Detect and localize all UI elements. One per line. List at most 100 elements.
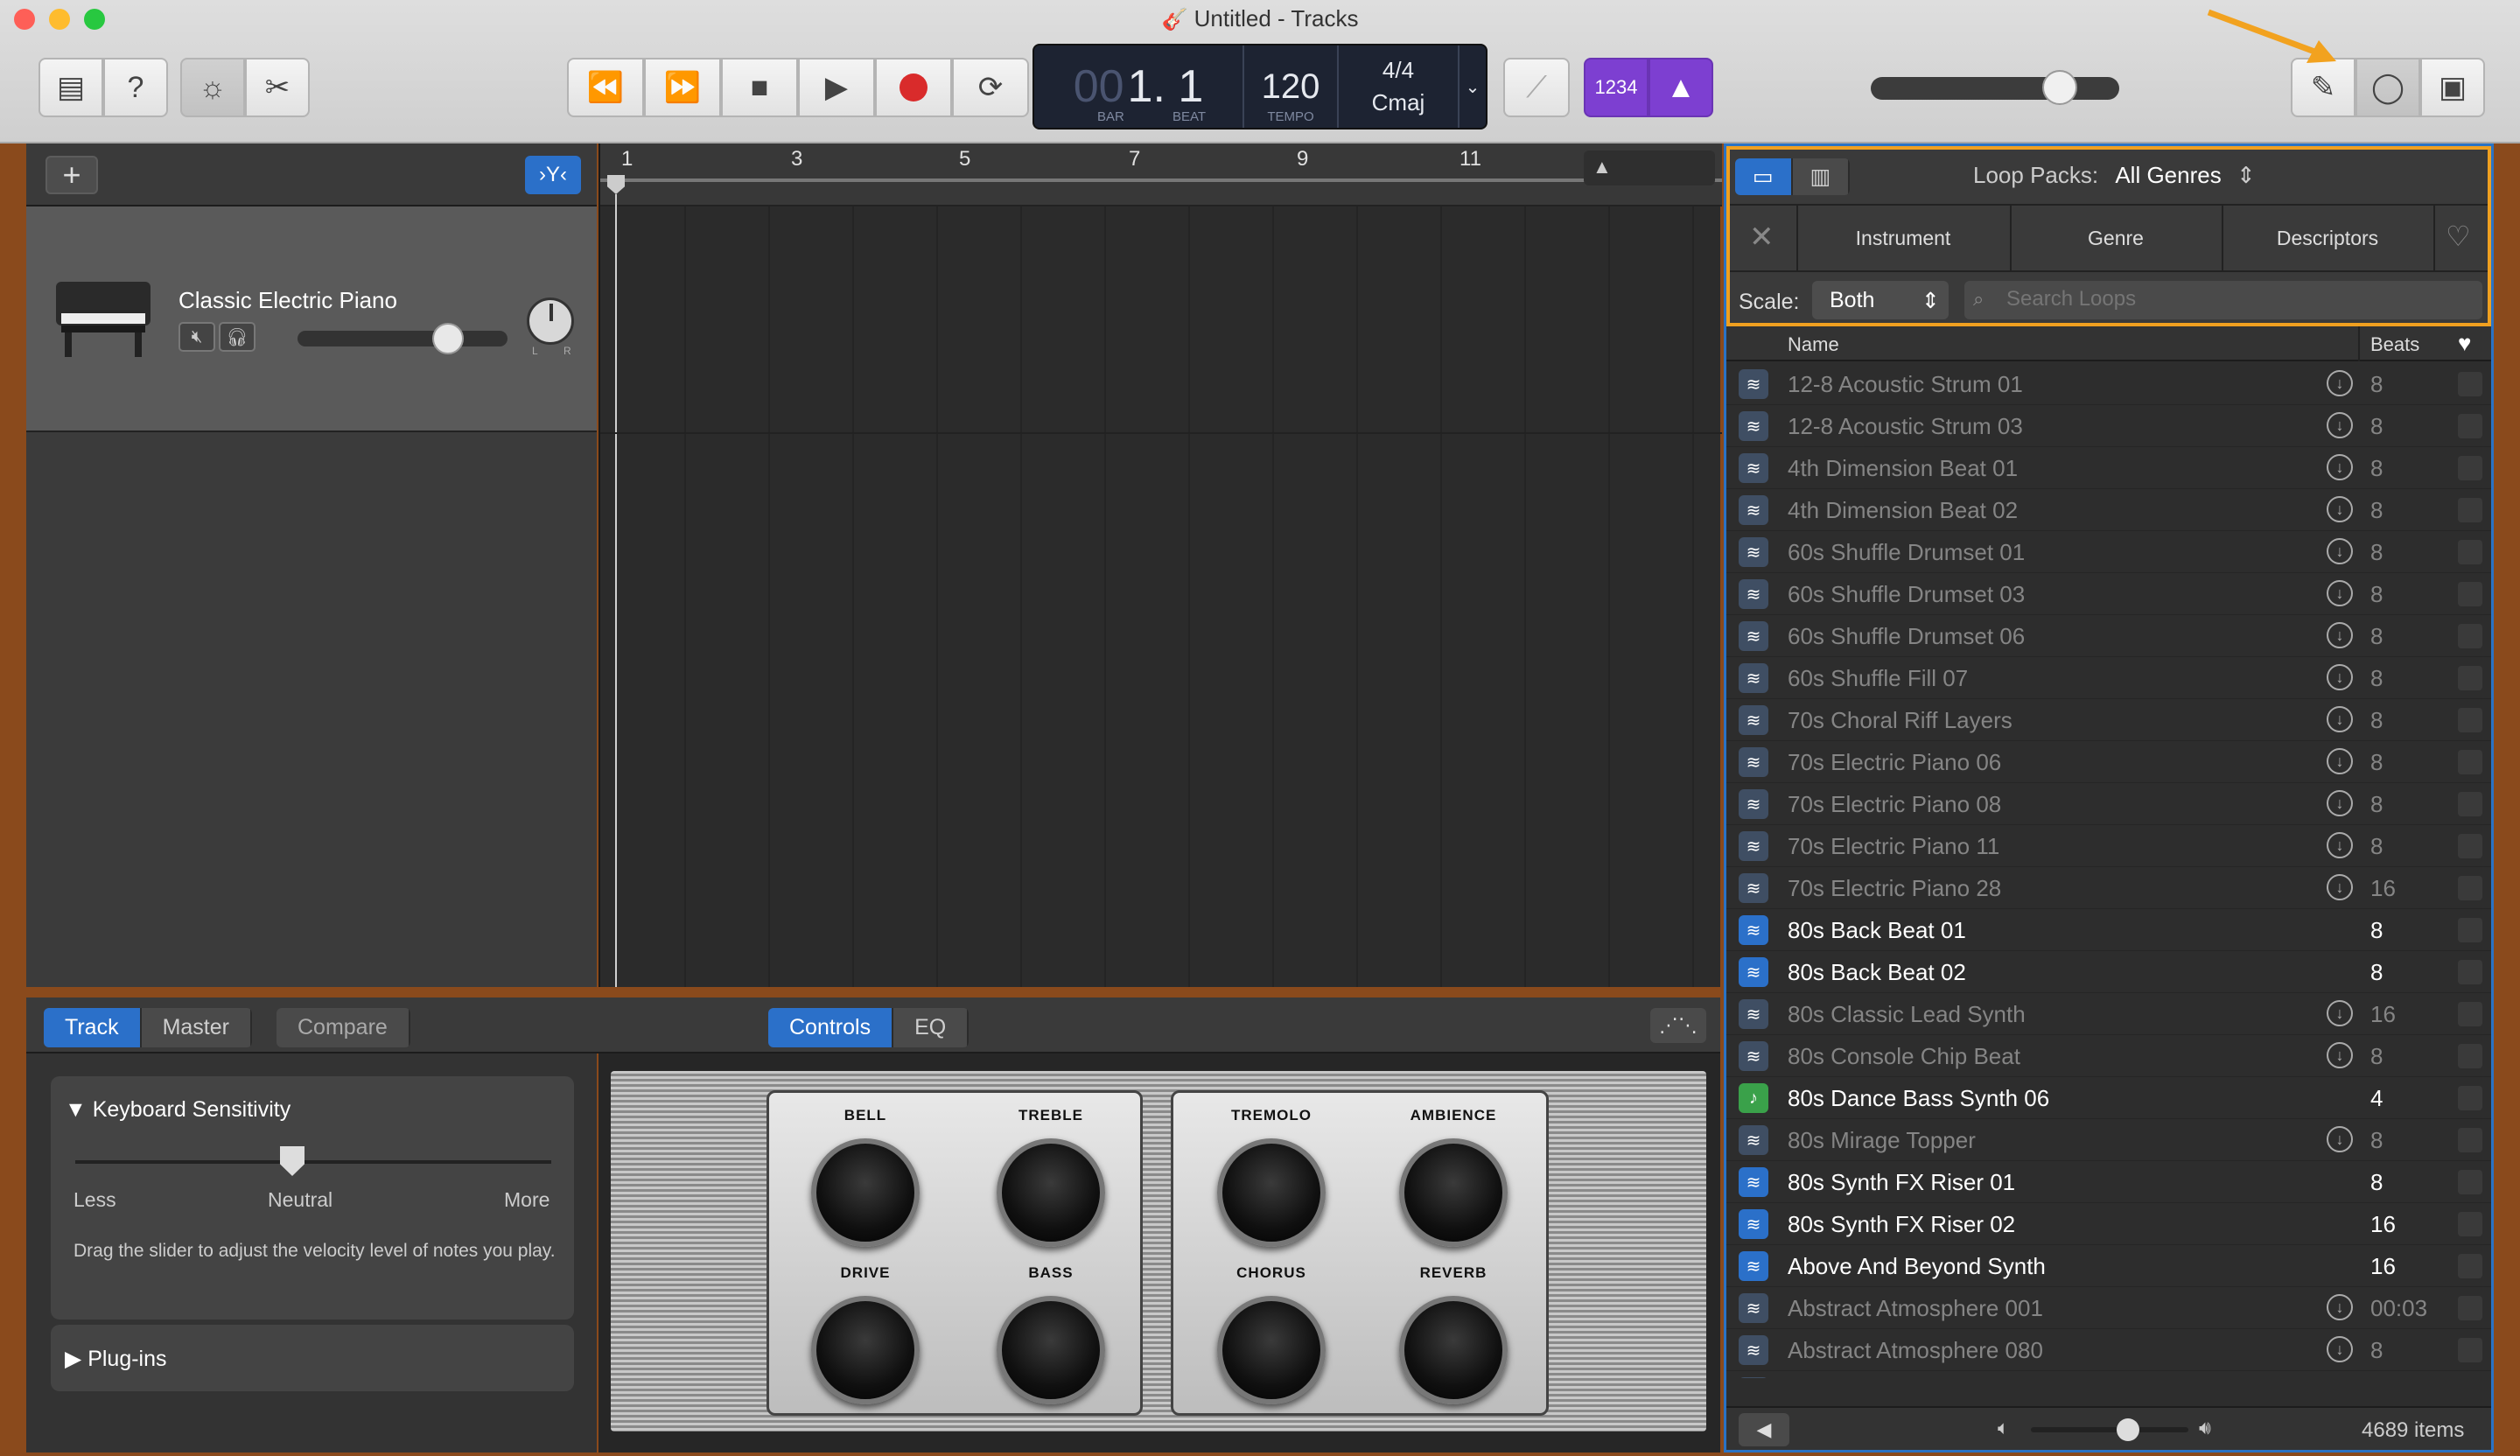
favorite-checkbox[interactable] bbox=[2458, 1254, 2482, 1278]
favorite-checkbox[interactable] bbox=[2458, 414, 2482, 438]
loop-browser-button[interactable]: ◯ bbox=[2356, 58, 2420, 117]
loop-row[interactable]: ≋ 80s Synth FX Riser 01 8 bbox=[1726, 1161, 2491, 1203]
download-icon[interactable]: ↓ bbox=[2327, 832, 2353, 858]
favorite-checkbox[interactable] bbox=[2458, 1212, 2482, 1236]
download-icon[interactable]: ↓ bbox=[2327, 1126, 2353, 1152]
keyboard-sensitivity-disclosure[interactable]: ▼ Keyboard Sensitivity bbox=[65, 1097, 290, 1123]
loop-row[interactable]: ≋ 70s Electric Piano 08 ↓ 8 bbox=[1726, 783, 2491, 825]
rewind-button[interactable]: ⏪ bbox=[567, 58, 644, 117]
loop-list[interactable]: ≋ 12-8 Acoustic Strum 01 ↓ 8 ≋ 12-8 Acoustic … bbox=[1726, 363, 2491, 1378]
download-icon[interactable]: ↓ bbox=[2327, 412, 2353, 438]
loop-row[interactable]: ≋ 80s Mirage Topper ↓ 8 bbox=[1726, 1119, 2491, 1161]
play-button[interactable]: ▶ bbox=[798, 58, 875, 117]
media-browser-button[interactable]: ▣ bbox=[2420, 58, 2485, 117]
loop-row[interactable]: ♪ 80s Dance Bass Synth 06 4 bbox=[1726, 1077, 2491, 1119]
track-volume-thumb[interactable] bbox=[432, 323, 464, 354]
loop-row[interactable]: ≋ 80s Console Chip Beat ↓ 8 bbox=[1726, 1035, 2491, 1077]
favorite-checkbox[interactable] bbox=[2458, 792, 2482, 816]
favorite-checkbox[interactable] bbox=[2458, 372, 2482, 396]
master-volume-thumb[interactable] bbox=[2042, 70, 2077, 105]
download-icon[interactable]: ↓ bbox=[2327, 496, 2353, 522]
loop-row[interactable]: ≋ 80s Classic Lead Synth ↓ 16 bbox=[1726, 993, 2491, 1035]
compare-button[interactable]: Compare bbox=[276, 1008, 410, 1047]
download-icon[interactable]: ↓ bbox=[2327, 622, 2353, 648]
favorite-checkbox[interactable] bbox=[2458, 918, 2482, 942]
clear-filter-button[interactable]: ✕ bbox=[1749, 220, 1774, 255]
fast-forward-button[interactable]: ⏩ bbox=[644, 58, 721, 117]
tab-master[interactable]: Master bbox=[141, 1008, 252, 1047]
preview-volume-slider[interactable] bbox=[2031, 1418, 2188, 1441]
cycle-button[interactable]: ⟳ bbox=[952, 58, 1029, 117]
plugins-disclosure[interactable]: ▶ Plug-ins bbox=[65, 1346, 167, 1372]
tuner-button[interactable]: ⟋ bbox=[1503, 58, 1570, 117]
plugins-section[interactable]: ▶ Plug-ins bbox=[51, 1325, 574, 1391]
loop-row[interactable]: ≋ 80s Back Beat 02 8 bbox=[1726, 951, 2491, 993]
solo-button[interactable]: 🎧︎ bbox=[219, 322, 256, 352]
download-icon[interactable]: ↓ bbox=[2327, 1336, 2353, 1362]
sensitivity-slider-thumb[interactable] bbox=[280, 1146, 304, 1176]
favorite-checkbox[interactable] bbox=[2458, 498, 2482, 522]
download-icon[interactable]: ↓ bbox=[2327, 874, 2353, 900]
loop-row[interactable]: ≋ 60s Shuffle Drumset 06 ↓ 8 bbox=[1726, 615, 2491, 657]
add-track-button[interactable]: + bbox=[46, 156, 98, 194]
download-icon[interactable]: ↓ bbox=[2327, 538, 2353, 564]
loop-packs-selector[interactable]: Loop Packs: All Genres ⇕ bbox=[1973, 162, 2256, 189]
favorite-checkbox[interactable] bbox=[2458, 1338, 2482, 1362]
timeline-workspace[interactable]: 1 3 5 7 9 11 ▲ bbox=[598, 144, 1722, 987]
favorite-checkbox[interactable] bbox=[2458, 1002, 2482, 1026]
preview-volume-thumb[interactable] bbox=[2117, 1418, 2139, 1441]
loop-row[interactable]: ≋ Abstract Atmosphere 001 ↓ 00:03 bbox=[1726, 1287, 2491, 1329]
count-in-button[interactable]: 1234 bbox=[1584, 58, 1648, 117]
favorite-checkbox[interactable] bbox=[2458, 1044, 2482, 1068]
download-icon[interactable]: ↓ bbox=[2327, 790, 2353, 816]
favorite-checkbox[interactable] bbox=[2458, 960, 2482, 984]
loop-row[interactable]: ≋ 12-8 Acoustic Strum 03 ↓ 8 bbox=[1726, 405, 2491, 447]
loop-row[interactable]: ≋ 80s Back Beat 01 8 bbox=[1726, 909, 2491, 951]
tremolo-knob[interactable] bbox=[1217, 1138, 1326, 1247]
bell-knob[interactable] bbox=[811, 1138, 920, 1247]
download-icon[interactable]: ↓ bbox=[2327, 748, 2353, 774]
sensitivity-slider-track[interactable] bbox=[75, 1160, 551, 1164]
favorites-filter-button[interactable]: ♡ bbox=[2446, 220, 2471, 253]
pan-knob[interactable] bbox=[527, 298, 574, 345]
reverb-knob[interactable] bbox=[1399, 1296, 1508, 1404]
lcd-display[interactable]: 00 1. 1 BAR BEAT 120 TEMPO 4/4 Cmaj ⌄ bbox=[1032, 44, 1488, 130]
preview-speaker-button[interactable]: ◀ bbox=[1739, 1413, 1789, 1446]
library-button[interactable]: ▤ bbox=[38, 58, 103, 117]
filter-instrument[interactable]: Instrument bbox=[1798, 206, 2008, 270]
loop-row[interactable]: ≋ 4th Dimension Beat 02 ↓ 8 bbox=[1726, 489, 2491, 531]
record-button[interactable] bbox=[875, 58, 952, 117]
stop-button[interactable]: ■ bbox=[721, 58, 798, 117]
loop-row[interactable]: ≋ 70s Electric Piano 28 ↓ 16 bbox=[1726, 867, 2491, 909]
column-header-favorite[interactable]: ♥ bbox=[2458, 330, 2471, 357]
catch-playhead-button[interactable]: ›Y‹ bbox=[525, 156, 581, 194]
loop-row[interactable]: ≋ 60s Shuffle Drumset 03 ↓ 8 bbox=[1726, 573, 2491, 615]
track-header-classic-electric-piano[interactable]: Classic Electric Piano 🔇︎ 🎧︎ L R bbox=[26, 206, 597, 432]
ruler-zoom-control[interactable]: ▲ bbox=[1584, 150, 1715, 186]
scale-selector[interactable]: Both ⇕ bbox=[1812, 281, 1949, 319]
favorite-checkbox[interactable] bbox=[2458, 624, 2482, 648]
lcd-mode-menu[interactable]: ⌄ bbox=[1460, 46, 1486, 128]
tab-track[interactable]: Track bbox=[44, 1008, 142, 1047]
loop-row[interactable]: ≋ 80s Synth FX Riser 02 16 bbox=[1726, 1203, 2491, 1245]
filter-genre[interactable]: Genre bbox=[2012, 206, 2220, 270]
download-icon[interactable]: ↓ bbox=[2327, 580, 2353, 606]
favorite-checkbox[interactable] bbox=[2458, 456, 2482, 480]
smart-controls-button[interactable]: ☼ bbox=[180, 58, 245, 117]
download-icon[interactable]: ↓ bbox=[2327, 1000, 2353, 1026]
tab-eq[interactable]: EQ bbox=[893, 1008, 970, 1047]
download-icon[interactable]: ↓ bbox=[2327, 370, 2353, 396]
treble-knob[interactable] bbox=[997, 1138, 1105, 1247]
favorite-checkbox[interactable] bbox=[2458, 1086, 2482, 1110]
drive-knob[interactable] bbox=[811, 1296, 920, 1404]
mute-button[interactable]: 🔇︎ bbox=[178, 322, 215, 352]
column-view-toggle[interactable]: ▥ bbox=[1792, 158, 1851, 195]
loop-row[interactable]: ≋ 4th Dimension Beat 01 ↓ 8 bbox=[1726, 447, 2491, 489]
loop-row[interactable]: ≋ 12-8 Acoustic Strum 01 ↓ 8 bbox=[1726, 363, 2491, 405]
button-view-toggle[interactable]: ▭ bbox=[1735, 158, 1793, 195]
master-volume-slider[interactable] bbox=[1871, 70, 2119, 105]
loop-row[interactable]: ≋Abstract Rhythm Beat↓8 bbox=[1726, 1371, 2491, 1378]
download-icon[interactable]: ↓ bbox=[2327, 1294, 2353, 1320]
track-volume-slider[interactable] bbox=[298, 323, 508, 354]
loop-row[interactable]: ≋ Above And Beyond Synth 16 bbox=[1726, 1245, 2491, 1287]
